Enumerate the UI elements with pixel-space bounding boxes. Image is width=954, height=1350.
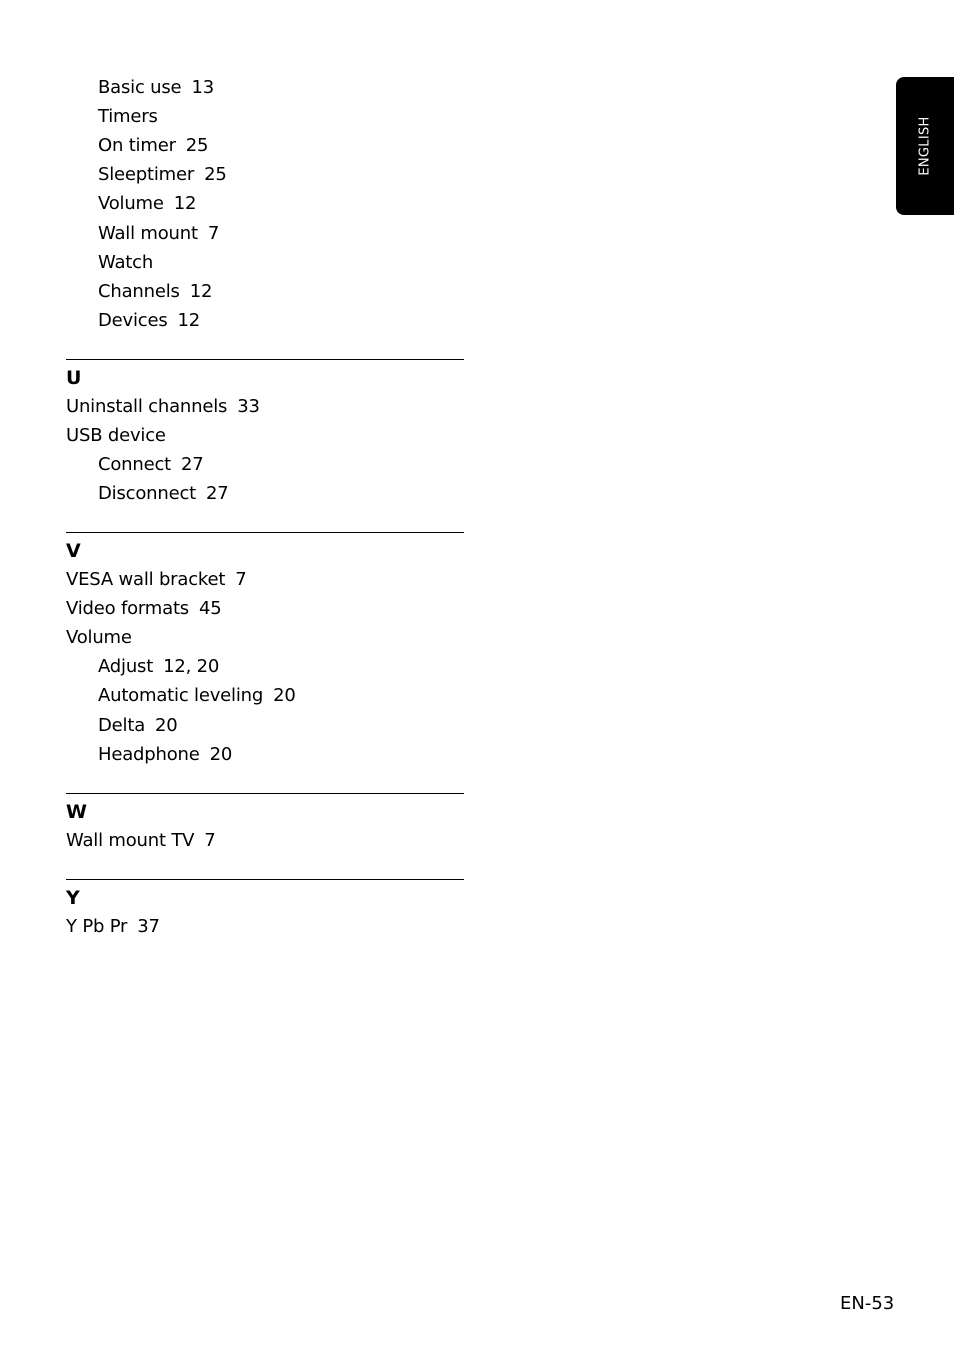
section-letter-heading: Y xyxy=(66,887,80,909)
index-subentry: Delta 20 xyxy=(98,715,178,737)
index-page-ref[interactable]: 7 xyxy=(208,223,219,244)
index-term: Timers xyxy=(98,106,158,128)
language-tab: ENGLISH xyxy=(896,77,954,215)
index-term: Channels xyxy=(98,280,180,302)
index-subentry: Wall mount 7 xyxy=(98,223,219,245)
section-divider xyxy=(66,359,464,360)
index-subentry: Adjust 12, 20 xyxy=(98,656,219,678)
index-subentry: Sleeptimer 25 xyxy=(98,164,227,186)
index-entry: Video formats 45 xyxy=(66,598,222,620)
section-divider xyxy=(66,532,464,533)
index-term: Headphone xyxy=(98,743,200,765)
index-subentry: Channels 12 xyxy=(98,281,212,303)
index-page-ref[interactable]: 33 xyxy=(237,396,260,417)
index-term: On timer xyxy=(98,135,176,157)
index-subentry: Connect 27 xyxy=(98,454,204,476)
index-subentry: Devices 12 xyxy=(98,310,200,332)
section-divider xyxy=(66,793,464,794)
index-page-ref[interactable]: 25 xyxy=(186,135,209,156)
index-page-ref[interactable]: 7 xyxy=(204,830,215,851)
index-page-ref[interactable]: 12 xyxy=(190,281,213,302)
index-subentry: Volume 12 xyxy=(98,193,196,215)
index-page-ref[interactable]: 27 xyxy=(206,483,229,504)
index-page-ref[interactable]: 45 xyxy=(199,598,222,619)
index-entry: Wall mount TV 7 xyxy=(66,830,216,852)
page-number: EN-53 xyxy=(840,1293,895,1314)
section-letter-heading: U xyxy=(66,367,82,389)
index-page-ref[interactable]: 20 xyxy=(273,685,296,706)
index-subentry: Basic use 13 xyxy=(98,77,214,99)
index-term: Disconnect xyxy=(98,483,196,505)
index-subentry: Timers xyxy=(98,106,158,128)
index-page-ref[interactable]: 7 xyxy=(235,569,246,590)
index-page-ref[interactable]: 12 xyxy=(174,193,197,214)
index-page-ref[interactable]: 37 xyxy=(137,916,160,937)
index-entry: VESA wall bracket 7 xyxy=(66,569,247,591)
section-divider xyxy=(66,879,464,880)
index-term: Basic use xyxy=(98,77,182,98)
index-entry: Uninstall channels 33 xyxy=(66,396,260,418)
index-page-ref[interactable]: 12, 20 xyxy=(163,656,219,677)
index-term: Adjust xyxy=(98,656,154,678)
index-term: Automatic leveling xyxy=(98,685,264,707)
index-subentry: Watch xyxy=(98,252,153,274)
index-entry: Y Pb Pr 37 xyxy=(66,916,160,938)
index-term: Volume xyxy=(98,193,164,215)
index-term: Volume xyxy=(66,627,132,649)
index-entry: USB device xyxy=(66,425,166,447)
index-term: USB device xyxy=(66,425,166,447)
index-term: Wall mount TV xyxy=(66,830,195,851)
index-subentry: Headphone 20 xyxy=(98,744,232,766)
index-page-ref[interactable]: 13 xyxy=(191,77,214,98)
index-term: Video formats xyxy=(66,598,189,620)
index-term: Sleeptimer xyxy=(98,164,195,186)
index-subentry: Automatic leveling 20 xyxy=(98,685,296,707)
index-term: Y Pb Pr xyxy=(66,916,128,937)
index-term: Connect xyxy=(98,454,172,476)
index-page-ref[interactable]: 12 xyxy=(178,310,201,331)
index-entry: Volume xyxy=(66,627,132,649)
index-term: Delta xyxy=(98,714,146,736)
index-term: VESA wall bracket xyxy=(66,569,226,590)
index-page-ref[interactable]: 27 xyxy=(181,454,204,475)
index-page-ref[interactable]: 20 xyxy=(210,744,233,765)
section-letter-heading: W xyxy=(66,801,87,823)
index-term: Watch xyxy=(98,251,154,273)
index-subentry: Disconnect 27 xyxy=(98,483,229,505)
index-term: Wall mount xyxy=(98,222,198,244)
section-letter-heading: V xyxy=(66,540,81,562)
language-tab-label: ENGLISH xyxy=(917,116,933,176)
index-subentry: On timer 25 xyxy=(98,135,208,157)
index-term: Devices xyxy=(98,309,168,331)
index-term: Uninstall channels xyxy=(66,396,228,417)
index-page-ref[interactable]: 20 xyxy=(155,715,178,736)
index-page-ref[interactable]: 25 xyxy=(204,164,227,185)
